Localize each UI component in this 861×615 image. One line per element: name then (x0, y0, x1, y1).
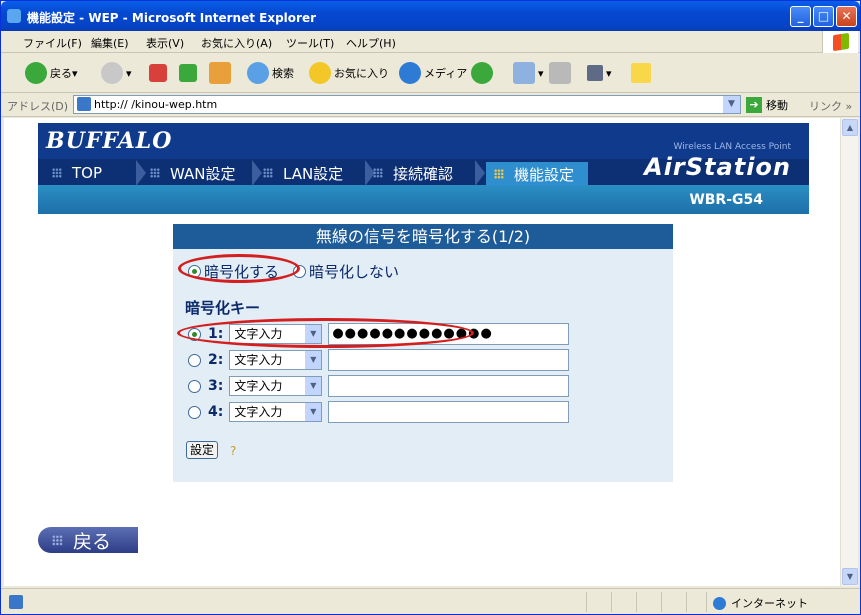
model-name: WBR-G54 (689, 192, 763, 208)
highlight-key1 (177, 318, 474, 348)
media-button[interactable]: メディア (399, 61, 467, 85)
key4-mode-select[interactable]: 文字入力 ▼ (229, 402, 323, 422)
globe-icon (713, 596, 726, 610)
search-button[interactable]: 検索 (247, 61, 294, 85)
star-icon (309, 62, 331, 84)
history-button[interactable] (471, 61, 496, 85)
key4-radio[interactable] (188, 405, 201, 419)
key3-mode-select[interactable]: 文字入力 ▼ (229, 376, 323, 396)
key-heading: 暗号化キー (185, 299, 261, 317)
airstation-logo: AirStation (644, 153, 791, 181)
address-input[interactable]: http:// /kinou-wep.htm ▼ (73, 95, 741, 114)
menu-favorites[interactable]: お気に入り(A) (201, 35, 272, 51)
tab-functions[interactable]: 機能設定 (486, 162, 589, 186)
mail-icon (513, 62, 535, 84)
note-icon (631, 63, 651, 83)
home-button[interactable] (209, 61, 234, 85)
stop-button[interactable] (149, 61, 170, 85)
media-icon (399, 62, 421, 84)
key4-input[interactable] (328, 401, 570, 423)
highlight-encrypt-on (178, 254, 300, 283)
page-status-icon (9, 595, 23, 609)
chevron-down-icon: ▼ (305, 351, 322, 369)
ie-icon (7, 9, 21, 23)
address-dropdown-icon[interactable]: ▼ (723, 96, 740, 113)
forward-button[interactable]: ▾ (101, 61, 132, 85)
home-icon (209, 62, 231, 84)
window-title: 機能設定 - WEP - Microsoft Internet Explorer (27, 11, 317, 25)
menu-help[interactable]: ヘルプ(H) (346, 35, 396, 51)
windows-logo-icon (822, 31, 858, 53)
print-icon (549, 62, 571, 84)
history-icon (471, 62, 493, 84)
close-button[interactable]: ✕ (836, 6, 857, 27)
chevron-down-icon: ▼ (305, 403, 322, 421)
submit-button[interactable]: 設定 (186, 441, 219, 459)
back-button[interactable]: 戻る ▾ (25, 61, 78, 85)
mail-button[interactable]: ▾ (513, 61, 544, 85)
back-arrow-icon (25, 62, 47, 84)
menu-view[interactable]: 表示(V) (146, 35, 184, 51)
key3-input[interactable] (328, 375, 570, 397)
minimize-button[interactable]: _ (790, 6, 811, 27)
page-content: BUFFALO TOP WAN設定 LAN設定 接続確認 機能設定 Wirele… (4, 118, 840, 586)
title-bar: 機能設定 - WEP - Microsoft Internet Explorer… (1, 1, 860, 31)
favorites-button[interactable]: お気に入り (309, 61, 389, 85)
menu-edit[interactable]: 編集(E) (91, 35, 129, 51)
page-icon (77, 97, 91, 111)
toolbar: 戻る ▾ ▾ 検索 お気に入り メディア ▾ ▾ (1, 53, 860, 93)
tab-wan[interactable]: WAN設定 (150, 162, 236, 184)
key-row-3: 3: 文字入力 ▼ (188, 375, 570, 397)
refresh-button[interactable] (179, 61, 200, 85)
key-row-2: 2: 文字入力 ▼ (188, 349, 570, 371)
maximize-button[interactable]: □ (813, 6, 834, 27)
status-bar: インターネット (1, 588, 860, 614)
tab-top[interactable]: TOP (52, 162, 102, 184)
menu-tools[interactable]: ツール(T) (286, 35, 334, 51)
stop-icon (149, 64, 167, 82)
key3-radio[interactable] (188, 379, 201, 393)
key-row-4: 4: 文字入力 ▼ (188, 401, 570, 423)
encrypt-off-option[interactable]: 暗号化しない (293, 261, 399, 282)
word-edit-icon (587, 65, 603, 81)
panel-title: 無線の信号を暗号化する(1/2) (173, 224, 673, 249)
browser-window: 機能設定 - WEP - Microsoft Internet Explorer… (0, 0, 861, 615)
search-icon (247, 62, 269, 84)
forward-arrow-icon (101, 62, 123, 84)
print-button[interactable] (549, 61, 574, 85)
edit-button[interactable]: ▾ (587, 61, 612, 85)
product-subtitle: Wireless LAN Access Point (673, 142, 791, 152)
back-link-button[interactable]: 戻る (38, 527, 138, 553)
address-label: アドレス(D) (7, 100, 69, 113)
chevron-down-icon: ▼ (305, 377, 322, 395)
security-zone: インターネット (713, 595, 808, 611)
key2-mode-select[interactable]: 文字入力 ▼ (229, 350, 323, 370)
menu-file[interactable]: ファイル(F) (23, 35, 82, 51)
menu-bar: ファイル(F) 編集(E) 表示(V) お気に入り(A) ツール(T) ヘルプ(… (1, 31, 860, 53)
buffalo-logo: BUFFALO (46, 128, 173, 154)
refresh-icon (179, 64, 197, 82)
site-header: BUFFALO TOP WAN設定 LAN設定 接続確認 機能設定 Wirele… (38, 123, 809, 214)
links-button[interactable]: リンク » (809, 98, 852, 114)
scroll-down-icon[interactable]: ▼ (842, 568, 858, 585)
wep-settings-panel: 無線の信号を暗号化する(1/2) 暗号化する 暗号化しない 暗号化キー 1: 文… (173, 224, 673, 482)
scroll-up-icon[interactable]: ▲ (842, 119, 858, 136)
key2-radio[interactable] (188, 353, 201, 367)
tab-status[interactable]: 接続確認 (373, 162, 453, 184)
address-bar: アドレス(D) http:// /kinou-wep.htm ▼ ➔ 移動 リンク… (1, 93, 860, 117)
help-icon[interactable]: ? (230, 444, 248, 458)
go-arrow-icon: ➔ (746, 97, 762, 113)
tab-lan[interactable]: LAN設定 (263, 162, 343, 184)
go-button[interactable]: ➔ 移動 (746, 97, 788, 113)
notes-button[interactable] (631, 61, 654, 85)
vertical-scrollbar[interactable]: ▲ ▼ (840, 118, 858, 586)
key2-input[interactable] (328, 349, 570, 371)
